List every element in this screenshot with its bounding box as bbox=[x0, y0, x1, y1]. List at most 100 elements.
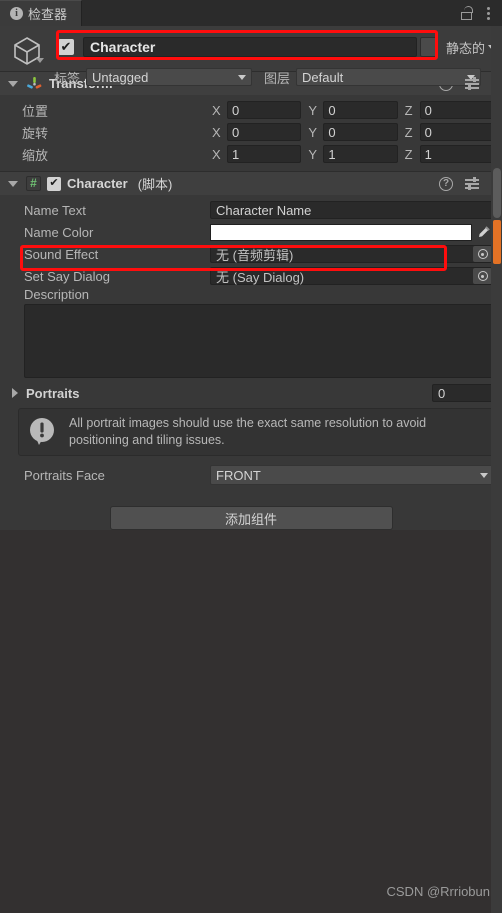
gameobject-icon-button[interactable] bbox=[419, 37, 438, 57]
transform-foldout-icon[interactable] bbox=[8, 80, 18, 87]
gameobject-name-row: ✔ Character 静态的 bbox=[58, 32, 496, 62]
rotation-z-input[interactable]: 0 bbox=[419, 123, 494, 141]
tag-dropdown[interactable]: Untagged bbox=[86, 68, 253, 86]
rotation-y: Y 0 bbox=[308, 123, 398, 141]
transform-component-body: 位置 X 0 Y 0 Z 0 旋转 X 0 Y 0 Z 0 缩放 X 1 Y 1… bbox=[0, 95, 502, 171]
portraits-face-label: Portraits Face bbox=[24, 467, 105, 483]
object-picker-icon[interactable] bbox=[473, 268, 492, 284]
help-icon[interactable]: ? bbox=[439, 176, 453, 191]
axis-y-label: Y bbox=[308, 102, 317, 118]
character-component-header[interactable]: # ✔ Character (脚本) ? bbox=[0, 171, 502, 195]
scale-y: Y 1 bbox=[308, 145, 398, 163]
character-tools: ? bbox=[439, 176, 494, 191]
gameobject-enabled-checkbox[interactable]: ✔ bbox=[58, 39, 74, 55]
gameobject-name-input[interactable]: Character bbox=[83, 37, 417, 57]
tag-layer-row: 标签 Untagged 图层 Default bbox=[54, 66, 496, 88]
name-text-label: Name Text bbox=[24, 202, 86, 218]
character-enabled-checkbox[interactable]: ✔ bbox=[47, 176, 61, 191]
chevron-down-icon bbox=[238, 74, 247, 80]
scale-x-input[interactable]: 1 bbox=[227, 145, 302, 163]
scrollbar-thumb[interactable] bbox=[493, 168, 501, 218]
position-x: X 0 bbox=[212, 101, 302, 119]
scale-y-input[interactable]: 1 bbox=[323, 145, 398, 163]
description-textarea[interactable] bbox=[24, 304, 494, 378]
info-icon: i bbox=[10, 7, 23, 20]
sound-effect-row: Sound Effect 无 (音频剪辑) bbox=[0, 243, 502, 265]
transform-axis-icon bbox=[27, 76, 42, 89]
static-label: 静态的 bbox=[445, 40, 485, 56]
preset-icon[interactable] bbox=[465, 77, 479, 90]
transform-rotation-row: 旋转 X 0 Y 0 Z 0 bbox=[0, 121, 502, 143]
kebab-menu-icon[interactable] bbox=[487, 6, 490, 20]
set-say-dialog-value: 无 (Say Dialog) bbox=[216, 269, 305, 285]
character-subtitle: (脚本) bbox=[137, 177, 173, 192]
add-component-button[interactable]: 添加组件 bbox=[109, 506, 393, 530]
position-label: 位置 bbox=[22, 103, 49, 119]
portraits-row[interactable]: Portraits 0 bbox=[0, 382, 502, 404]
set-say-dialog-object-field[interactable]: 无 (Say Dialog) bbox=[210, 267, 494, 285]
tag-value: Untagged bbox=[92, 69, 149, 85]
rotation-x: X 0 bbox=[212, 123, 302, 141]
rotation-label: 旋转 bbox=[22, 125, 49, 141]
position-x-input[interactable]: 0 bbox=[227, 101, 302, 119]
tab-tools bbox=[461, 0, 502, 26]
layer-value: Default bbox=[302, 69, 344, 85]
axis-z-label: Z bbox=[404, 124, 413, 140]
scale-label: 缩放 bbox=[22, 147, 49, 163]
script-icon: # bbox=[26, 176, 41, 191]
axis-z-label: Z bbox=[404, 102, 413, 118]
axis-x-label: X bbox=[212, 124, 221, 140]
object-picker-icon[interactable] bbox=[473, 246, 492, 262]
position-z: Z 0 bbox=[405, 101, 494, 119]
static-dropdown[interactable]: 静态的 bbox=[446, 38, 496, 57]
rotation-x-input[interactable]: 0 bbox=[227, 123, 302, 141]
warning-icon bbox=[30, 418, 54, 445]
name-color-label: Name Color bbox=[24, 224, 94, 240]
cube-dropdown-caret-icon[interactable] bbox=[36, 58, 44, 63]
transform-position-row: 位置 X 0 Y 0 Z 0 bbox=[0, 99, 502, 121]
scale-z: Z 1 bbox=[405, 145, 494, 163]
rotation-y-input[interactable]: 0 bbox=[323, 123, 398, 141]
layer-dropdown[interactable]: Default bbox=[296, 68, 482, 86]
gameobject-header: ✔ Character 静态的 标签 Untagged 图层 Default bbox=[0, 26, 502, 86]
character-foldout-icon[interactable] bbox=[8, 180, 18, 187]
name-color-row: Name Color bbox=[0, 221, 502, 243]
lock-icon[interactable] bbox=[461, 6, 473, 20]
portraits-label: Portraits bbox=[26, 385, 80, 401]
scale-z-input[interactable]: 1 bbox=[419, 145, 494, 163]
preset-icon[interactable] bbox=[465, 177, 479, 190]
sound-effect-object-field[interactable]: 无 (音频剪辑) bbox=[210, 245, 494, 263]
position-z-input[interactable]: 0 bbox=[419, 101, 494, 119]
inspector-window: i 检查器 ✔ Character 静态的 标签 Untagged 图层 Def… bbox=[0, 0, 502, 913]
portraits-face-value: FRONT bbox=[216, 467, 261, 483]
sound-effect-label: Sound Effect bbox=[24, 246, 99, 262]
portraits-count-input[interactable]: 0 bbox=[432, 384, 494, 402]
transform-scale-row: 缩放 X 1 Y 1 Z 1 bbox=[0, 143, 502, 165]
rotation-z: Z 0 bbox=[405, 123, 494, 141]
set-say-dialog-label: Set Say Dialog bbox=[24, 268, 110, 284]
tab-inspector[interactable]: i 检查器 bbox=[0, 0, 83, 26]
name-text-row: Name Text Character Name bbox=[0, 199, 502, 221]
axis-z-label: Z bbox=[404, 146, 413, 162]
portraits-foldout-icon[interactable] bbox=[12, 388, 18, 398]
portraits-face-row: Portraits Face FRONT bbox=[0, 464, 502, 486]
set-say-dialog-row: Set Say Dialog 无 (Say Dialog) bbox=[0, 265, 502, 287]
name-text-input[interactable]: Character Name bbox=[210, 201, 494, 219]
chevron-down-icon bbox=[480, 472, 488, 478]
portraits-warning-text: All portrait images should use the exact… bbox=[69, 416, 427, 447]
name-color-swatch[interactable] bbox=[210, 223, 472, 241]
tab-inspector-label: 检查器 bbox=[28, 7, 68, 22]
tag-label: 标签 bbox=[54, 70, 81, 86]
portraits-warning-helpbox: All portrait images should use the exact… bbox=[18, 408, 494, 456]
description-label: Description bbox=[24, 287, 90, 302]
tab-bar: i 检查器 bbox=[0, 0, 502, 26]
axis-x-label: X bbox=[212, 146, 221, 162]
add-component-area: 添加组件 bbox=[0, 492, 502, 530]
layer-label: 图层 bbox=[264, 70, 291, 86]
vertical-scrollbar[interactable] bbox=[491, 26, 502, 913]
axis-y-label: Y bbox=[308, 146, 317, 162]
axis-y-label: Y bbox=[308, 124, 317, 140]
portraits-face-dropdown[interactable]: FRONT bbox=[210, 465, 494, 485]
position-y-input[interactable]: 0 bbox=[323, 101, 398, 119]
sound-effect-value: 无 (音频剪辑) bbox=[216, 247, 294, 263]
